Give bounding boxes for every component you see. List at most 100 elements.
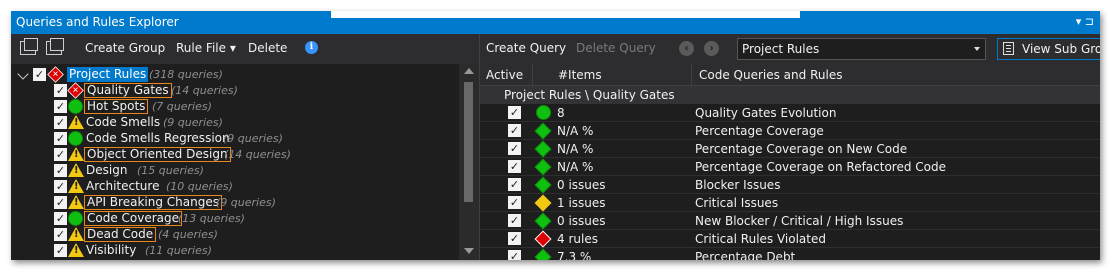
checkbox[interactable]: ✓ xyxy=(54,148,67,161)
tree-node-label[interactable]: Code Smells Regression xyxy=(84,131,232,146)
table-row[interactable]: ✓ 1 issues Critical Issues xyxy=(480,194,1100,212)
delete-button[interactable]: Delete xyxy=(248,41,287,55)
query-name-cell: Critical Rules Violated xyxy=(695,232,826,246)
active-checkbox[interactable]: ✓ xyxy=(508,178,521,191)
tree-node-label[interactable]: Hot Spots xyxy=(84,99,149,114)
checkbox[interactable]: ✓ xyxy=(33,68,46,81)
error-status-icon xyxy=(47,66,64,83)
tree-node-dead-code[interactable]: ✓ Dead Code (4 queries) xyxy=(11,227,451,243)
expand-chevron-icon[interactable] xyxy=(17,68,29,80)
table-row[interactable]: ✓ N/A % Percentage Coverage on Refactore… xyxy=(480,158,1100,176)
ok-status-icon xyxy=(68,99,83,114)
ok-status-icon xyxy=(68,211,83,226)
checkbox[interactable]: ✓ xyxy=(54,212,67,225)
warning-status-icon xyxy=(68,147,84,161)
checkbox[interactable]: ✓ xyxy=(54,180,67,193)
tree-node-architecture[interactable]: ✓ Architecture (10 queries) xyxy=(11,179,451,195)
checkbox[interactable]: ✓ xyxy=(54,244,67,257)
active-checkbox[interactable]: ✓ xyxy=(508,160,521,173)
active-checkbox[interactable]: ✓ xyxy=(508,250,521,260)
items-cell: 7.3 % xyxy=(557,250,592,260)
query-name-cell: Critical Issues xyxy=(695,196,779,210)
rules-tree: ✓ Project Rules (318 queries) ✓ Quality … xyxy=(11,64,459,260)
create-query-button[interactable]: Create Query xyxy=(486,41,566,55)
group-path: Project Rules \ Quality Gates xyxy=(504,88,675,102)
table-row[interactable]: ✓ N/A % Percentage Coverage on New Code xyxy=(480,140,1100,158)
tree-node-code-smells-regression[interactable]: ✓ Code Smells Regression (9 queries) xyxy=(11,131,451,147)
forward-arrow-icon[interactable]: › xyxy=(704,41,719,56)
tree-scrollbar[interactable] xyxy=(459,64,479,260)
tree-node-label[interactable]: Dead Code xyxy=(84,227,157,242)
rule-file-dropdown[interactable]: Rule File ▾ xyxy=(176,41,236,55)
checkbox[interactable]: ✓ xyxy=(54,164,67,177)
tree-node-api-breaking-changes[interactable]: ✓ API Breaking Changes (9 queries) xyxy=(11,195,451,211)
tree-node-label[interactable]: Quality Gates xyxy=(84,83,172,98)
delete-query-button[interactable]: Delete Query xyxy=(576,41,656,55)
warning-status-icon xyxy=(68,243,84,257)
table-row[interactable]: ✓ 0 issues New Blocker / Critical / High… xyxy=(480,212,1100,230)
tree-node-count: (9 queries) xyxy=(216,196,276,209)
checkbox[interactable]: ✓ xyxy=(54,116,67,129)
tree-node-visibility[interactable]: ✓ Visibility (11 queries) xyxy=(11,243,451,259)
ok-status-icon xyxy=(534,158,552,176)
tree-node-label[interactable]: Object Oriented Design xyxy=(84,147,231,162)
warning-status-icon xyxy=(68,179,84,193)
tree-node-label[interactable]: Code Coverage xyxy=(84,211,183,226)
checkbox[interactable]: ✓ xyxy=(54,100,67,113)
tree-node-code-coverage[interactable]: ✓ Code Coverage (13 queries) xyxy=(11,211,451,227)
grid-group-header[interactable]: Project Rules \ Quality Gates xyxy=(480,86,1100,104)
scroll-up-icon[interactable] xyxy=(464,68,474,74)
active-checkbox[interactable]: ✓ xyxy=(508,142,521,155)
active-checkbox[interactable]: ✓ xyxy=(508,106,521,119)
tree-node-label[interactable]: Code Smells xyxy=(84,115,162,130)
view-sub-group-button[interactable]: View Sub Group xyxy=(997,38,1100,60)
expand-all-icon[interactable] xyxy=(20,38,38,55)
active-checkbox[interactable]: ✓ xyxy=(508,214,521,227)
tree-node-hot-spots[interactable]: ✓ Hot Spots (7 queries) xyxy=(11,99,451,115)
tree-node-label[interactable]: Design xyxy=(84,163,129,178)
table-row[interactable]: ✓ 7.3 % Percentage Debt xyxy=(480,248,1100,260)
tree-node-label[interactable]: Visibility xyxy=(84,243,138,258)
ok-status-icon xyxy=(534,212,552,230)
window-title: Queries and Rules Explorer xyxy=(16,15,179,29)
info-icon[interactable]: i xyxy=(305,41,318,54)
tree-node-label[interactable]: Project Rules xyxy=(67,67,149,82)
tree-node-code-smells[interactable]: ✓ Code Smells (9 queries) xyxy=(11,115,451,131)
pin-icon[interactable]: ▾ ⊐ xyxy=(1076,15,1094,28)
tree-root-project-rules[interactable]: ✓ Project Rules (318 queries) xyxy=(11,66,451,83)
tree-node-count: (13 queries) xyxy=(178,212,245,225)
rule-group-select[interactable]: Project Rules xyxy=(737,38,986,60)
back-arrow-icon[interactable]: ‹ xyxy=(679,41,694,56)
tree-node-label[interactable]: Architecture xyxy=(84,179,161,194)
scroll-thumb[interactable] xyxy=(464,82,473,202)
table-row[interactable]: ✓ N/A % Percentage Coverage xyxy=(480,122,1100,140)
grid-toolbar: Create Query Delete Query ‹ › Project Ru… xyxy=(480,34,1100,64)
column-divider[interactable] xyxy=(532,64,533,86)
checkbox[interactable]: ✓ xyxy=(54,228,67,241)
checkbox[interactable]: ✓ xyxy=(54,84,67,97)
table-row[interactable]: ✓ 8 Quality Gates Evolution xyxy=(480,104,1100,122)
active-checkbox[interactable]: ✓ xyxy=(508,232,521,245)
checkbox[interactable]: ✓ xyxy=(54,132,67,145)
column-header-items[interactable]: #Items xyxy=(558,68,602,82)
scroll-down-icon[interactable] xyxy=(464,248,474,254)
query-name-cell: Blocker Issues xyxy=(695,178,781,192)
tree-node-quality-gates[interactable]: ✓ Quality Gates (14 queries) xyxy=(11,82,451,99)
active-checkbox[interactable]: ✓ xyxy=(508,124,521,137)
queries-rules-explorer-window: Queries and Rules Explorer ▾ ⊐ Create Gr… xyxy=(11,11,1100,260)
column-divider[interactable] xyxy=(691,64,692,86)
active-checkbox[interactable]: ✓ xyxy=(508,196,521,209)
create-group-button[interactable]: Create Group xyxy=(85,41,165,55)
table-row[interactable]: ✓ 0 issues Blocker Issues xyxy=(480,176,1100,194)
query-name-cell: Percentage Debt xyxy=(695,250,796,260)
checkbox[interactable]: ✓ xyxy=(54,196,67,209)
tree-node-design[interactable]: ✓ Design (15 queries) xyxy=(11,163,451,179)
table-row[interactable]: ✓ 4 rules Critical Rules Violated xyxy=(480,230,1100,248)
tree-node-object-oriented-design[interactable]: ✓ Object Oriented Design (14 queries) xyxy=(11,147,451,163)
error-status-icon xyxy=(534,230,552,248)
document-icon xyxy=(1003,42,1014,55)
column-header-active[interactable]: Active xyxy=(486,68,523,82)
collapse-all-icon[interactable] xyxy=(46,38,64,55)
tree-node-label[interactable]: API Breaking Changes xyxy=(84,195,222,210)
column-header-name[interactable]: Code Queries and Rules xyxy=(699,68,842,82)
